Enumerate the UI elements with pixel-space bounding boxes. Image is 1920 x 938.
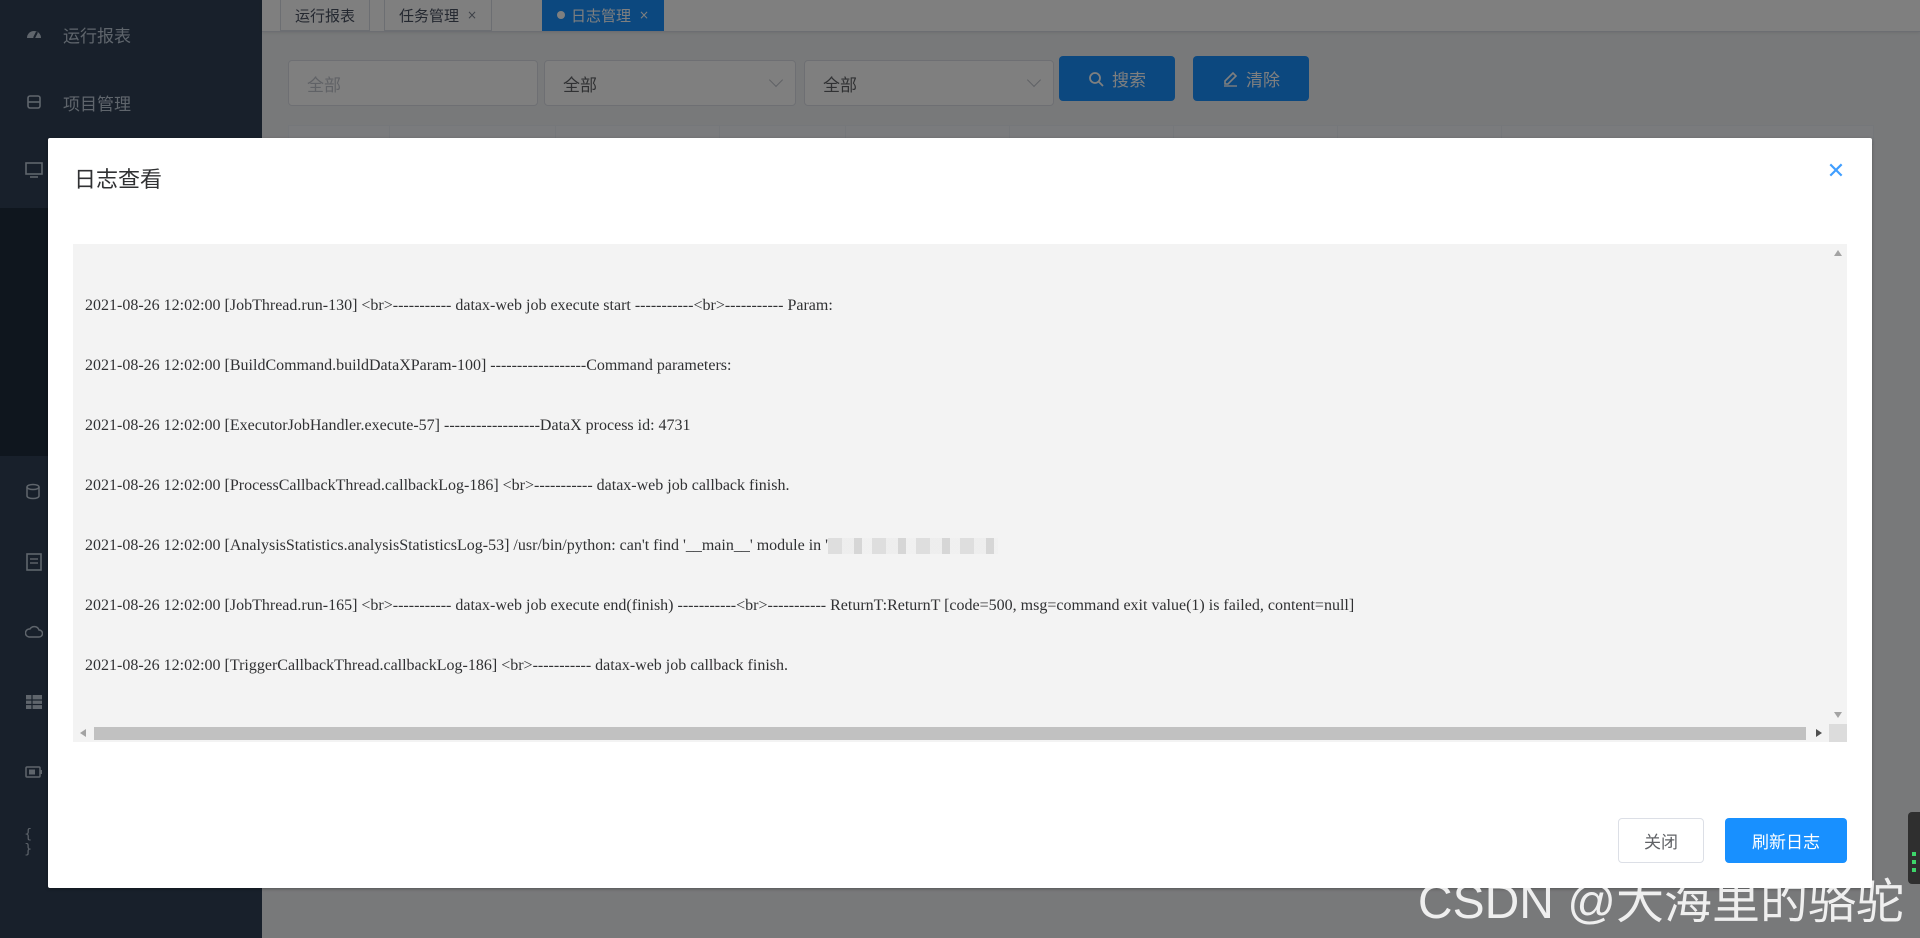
resize-handle[interactable] [1829,724,1847,742]
scroll-up-icon[interactable] [1834,250,1842,256]
log-textarea[interactable]: 2021-08-26 12:02:00 [JobThread.run-130] … [73,244,1847,742]
log-content: 2021-08-26 12:02:00 [JobThread.run-130] … [85,256,1825,716]
log-line: 2021-08-26 12:02:00 [TriggerCallbackThre… [85,657,788,674]
scroll-right-icon[interactable] [1816,729,1822,737]
log-line: 2021-08-26 12:02:00 [BuildCommand.buildD… [85,357,732,374]
log-line: 2021-08-26 12:02:00 [ExecutorJobHandler.… [85,417,691,434]
indicator-bar [1912,852,1916,856]
indicator-bar [1912,868,1916,872]
refresh-log-button[interactable]: 刷新日志 [1725,818,1847,863]
log-view-dialog: 日志查看 ✕ 2021-08-26 12:02:00 [JobThread.ru… [48,138,1872,888]
log-line: 2021-08-26 12:02:00 [AnalysisStatistics.… [85,537,829,554]
log-line: 2021-08-26 12:02:00 [JobThread.run-165] … [85,597,1355,614]
scrollbar-thumb[interactable] [94,727,1806,740]
vertical-scrollbar[interactable] [1829,244,1847,724]
horizontal-scrollbar[interactable] [73,724,1829,742]
close-icon[interactable]: ✕ [1826,161,1846,183]
dialog-title: 日志查看 [74,168,163,193]
log-line: 2021-08-26 12:02:00 [ProcessCallbackThre… [85,477,790,494]
scroll-down-icon[interactable] [1834,712,1842,718]
close-button[interactable]: 关闭 [1618,818,1704,863]
scroll-left-icon[interactable] [80,729,86,737]
side-widget[interactable] [1908,812,1920,884]
log-line: 2021-08-26 12:02:00 [JobThread.run-130] … [85,297,833,314]
watermark: CSDN @大海里的骆驼 [1417,876,1904,929]
redacted-path [828,538,999,555]
log-line-with-redaction: 2021-08-26 12:02:00 [AnalysisStatistics.… [85,536,1825,556]
indicator-bar [1912,860,1916,864]
